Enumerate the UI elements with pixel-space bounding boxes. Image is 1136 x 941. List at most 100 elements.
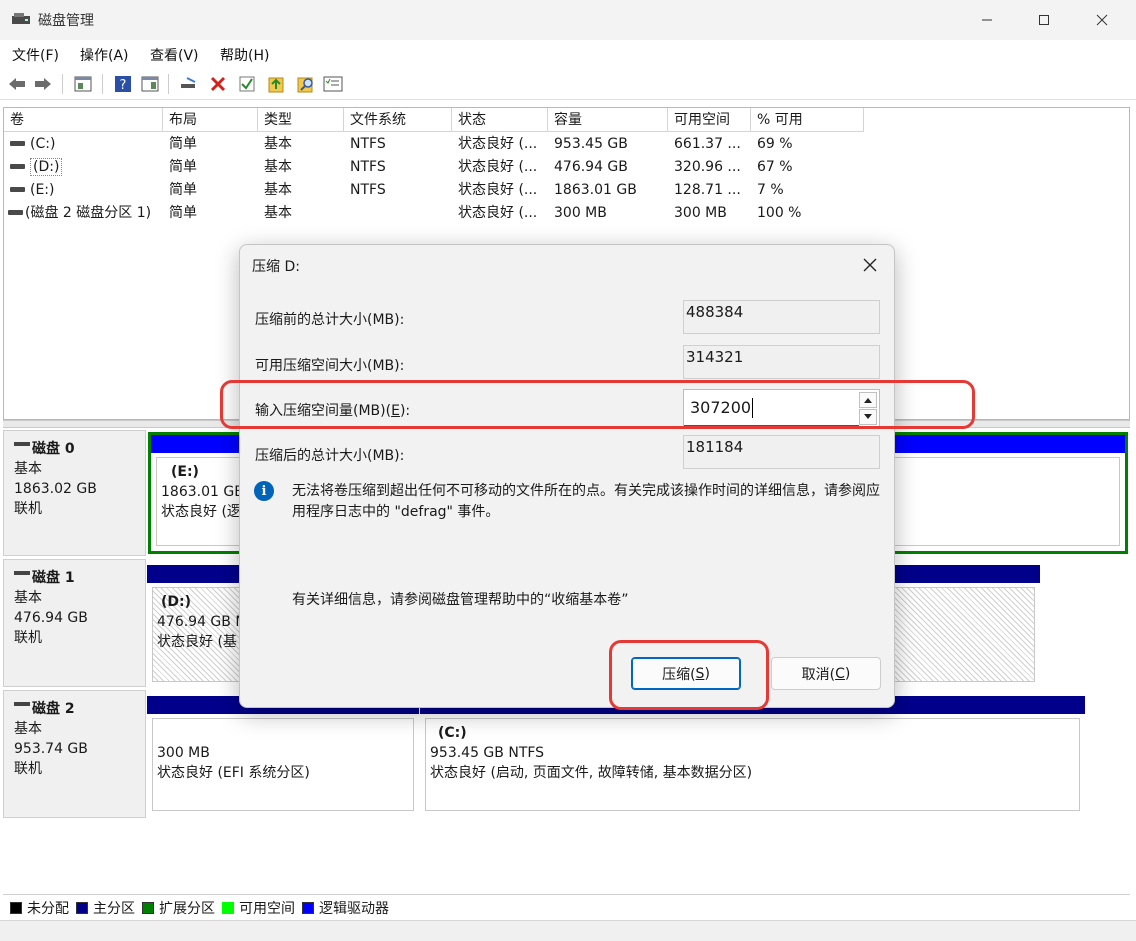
menu-view[interactable]: 查看(V) (150, 45, 199, 65)
volume-list-header: 卷 布局 类型 文件系统 状态 容量 可用空间 % 可用 (4, 108, 1129, 132)
import-button[interactable] (265, 74, 287, 94)
cancel-button[interactable]: 取消(C) (771, 657, 881, 690)
partition-name: (C:) (438, 725, 467, 741)
filesystem-cell: NTFS (350, 159, 386, 175)
column-header-layout[interactable]: 布局 (163, 108, 258, 132)
status-cell: 状态良好 (... (458, 136, 538, 152)
forward-arrow-icon (35, 78, 51, 90)
drive-icon (10, 163, 25, 169)
disk-name-text: 磁盘 0 (32, 441, 75, 457)
total-after-field: 181184 (683, 435, 880, 469)
partition-efi[interactable]: 300 MB 状态良好 (EFI 系统分区) (147, 696, 419, 816)
total-before-label: 压缩前的总计大小(MB): (255, 312, 405, 328)
properties-button[interactable] (139, 74, 161, 94)
disk-1-label[interactable]: 磁盘 1 基本 476.94 GB 联机 (3, 559, 146, 687)
percent-free-cell: 100 % (757, 205, 802, 221)
menu-file[interactable]: 文件(F) (12, 45, 59, 65)
connect-button[interactable] (178, 74, 200, 94)
spin-down-button[interactable] (859, 409, 877, 425)
chevron-down-icon (864, 414, 872, 419)
status-bar (0, 920, 1136, 941)
partition-body: 300 MB 状态良好 (EFI 系统分区) (152, 718, 414, 811)
status-cell: 状态良好 (... (458, 159, 538, 175)
status-cell: 状态良好 (... (458, 182, 538, 198)
shrink-button[interactable]: 压缩(S) (631, 657, 741, 690)
dialog-title: 压缩 D: (252, 259, 300, 275)
disk-size: 953.74 GB (14, 741, 88, 757)
disk-status: 联机 (14, 501, 42, 517)
close-window-button[interactable] (1082, 6, 1122, 34)
layout-cell: 简单 (169, 159, 197, 175)
search-button[interactable] (295, 74, 317, 94)
drive-icon (10, 140, 25, 146)
partition-c[interactable]: (C:) 953.45 GB NTFS 状态良好 (启动, 页面文件, 故障转储… (420, 696, 1085, 816)
input-focus-underline (684, 425, 859, 427)
list-button[interactable] (322, 74, 344, 94)
disk-2-label[interactable]: 磁盘 2 基本 953.74 GB 联机 (3, 690, 146, 818)
column-header-type[interactable]: 类型 (258, 108, 344, 132)
check-button[interactable] (236, 74, 258, 94)
column-header-capacity[interactable]: 容量 (548, 108, 668, 132)
delete-button[interactable] (207, 74, 229, 94)
filesystem-cell: NTFS (350, 182, 386, 198)
volume-name-cell: (磁盘 2 磁盘分区 1) (4, 202, 163, 224)
column-header-filesystem[interactable]: 文件系统 (344, 108, 452, 132)
table-row[interactable]: (D:) 简单 基本 NTFS 状态良好 (... 476.94 GB 320.… (4, 156, 1129, 178)
volume-name: (D:) (30, 158, 63, 176)
column-header-volume[interactable]: 卷 (4, 108, 163, 132)
maximize-icon (1039, 15, 1049, 25)
close-icon (1096, 14, 1108, 26)
import-icon (268, 77, 284, 93)
disk-type: 基本 (14, 721, 42, 737)
percent-free-cell: 7 % (757, 182, 784, 198)
forward-button[interactable] (32, 74, 54, 94)
disk-management-app-icon (12, 13, 30, 24)
table-row[interactable]: (磁盘 2 磁盘分区 1) 简单 基本 状态良好 (... 300 MB 300… (4, 202, 1129, 224)
help-icon: ? (115, 76, 131, 93)
column-header-percent-free[interactable]: % 可用 (751, 108, 864, 132)
legend-swatch (142, 901, 154, 914)
console-tree-button[interactable] (72, 74, 94, 94)
search-icon (297, 77, 313, 93)
disk-icon (14, 571, 30, 575)
help-text: 有关详细信息，请参阅磁盘管理帮助中的“收缩基本卷” (292, 592, 629, 608)
volume-name-cell: (D:) (4, 156, 163, 178)
properties-icon (141, 76, 159, 92)
legend-item-free-space: 可用空间 (222, 898, 295, 918)
shrink-button-tail: ) (704, 665, 710, 682)
spin-up-button[interactable] (859, 392, 877, 408)
legend-swatch (222, 901, 234, 914)
available-space-field: 314321 (683, 345, 880, 379)
connect-icon (181, 77, 196, 88)
table-row[interactable]: (C:) 简单 基本 NTFS 状态良好 (... 953.45 GB 661.… (4, 133, 1129, 155)
volume-name: (C:) (30, 136, 56, 152)
disk-icon (14, 442, 30, 446)
column-header-status[interactable]: 状态 (452, 108, 548, 132)
legend-swatch (76, 901, 88, 914)
info-icon: i (254, 481, 274, 501)
menu-help[interactable]: 帮助(H) (220, 45, 269, 65)
help-button[interactable]: ? (112, 74, 134, 94)
back-button[interactable] (6, 74, 28, 94)
disk-0-label[interactable]: 磁盘 0 基本 1863.02 GB 联机 (3, 430, 146, 556)
capacity-cell: 476.94 GB (554, 159, 628, 175)
minimize-button[interactable] (967, 6, 1007, 34)
dialog-close-button[interactable] (858, 253, 882, 277)
volume-name: (磁盘 2 磁盘分区 1) (25, 205, 152, 221)
free-space-cell: 661.37 ... (674, 136, 741, 152)
disk-name-text: 磁盘 2 (32, 701, 75, 717)
table-row[interactable]: (E:) 简单 基本 NTFS 状态良好 (... 1863.01 GB 128… (4, 179, 1129, 201)
percent-free-cell: 67 % (757, 159, 793, 175)
legend-label: 可用空间 (239, 900, 295, 917)
capacity-cell: 300 MB (554, 205, 607, 221)
column-header-free-space[interactable]: 可用空间 (668, 108, 751, 132)
disk-type: 基本 (14, 461, 42, 477)
maximize-button[interactable] (1024, 6, 1064, 34)
shrink-amount-label-text: 输入压缩空间量(MB)( (255, 403, 392, 419)
console-tree-icon (74, 76, 92, 92)
total-after-label: 压缩后的总计大小(MB): (255, 448, 405, 464)
menu-action[interactable]: 操作(A) (80, 45, 129, 65)
cancel-button-key: C (835, 665, 845, 682)
shrink-amount-input[interactable]: 307200 (683, 389, 880, 427)
disk-type: 基本 (14, 590, 42, 606)
